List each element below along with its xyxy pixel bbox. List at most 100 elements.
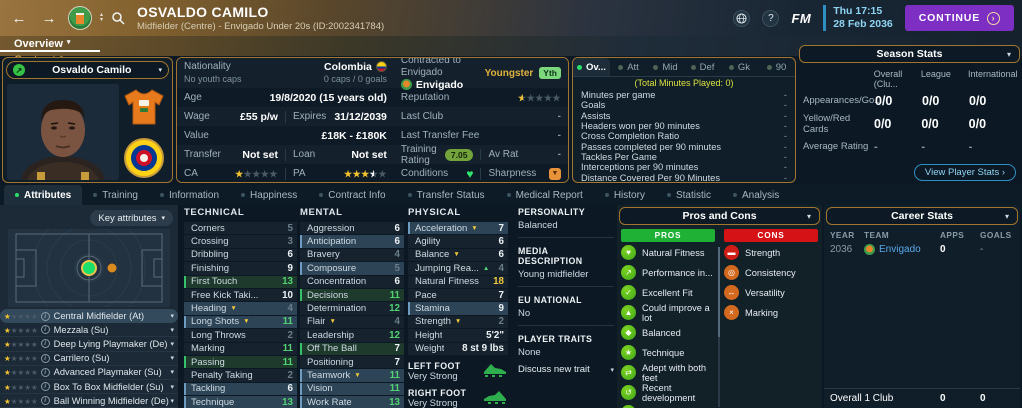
player-header: OSVALDO CAMILO Midfielder (Centre) - Env… — [137, 4, 384, 32]
pro-icon: ◆ — [621, 325, 636, 340]
info-icon[interactable] — [40, 396, 50, 406]
player-name-dropdown[interactable]: ↗ Osvaldo Camilo ▾ — [6, 61, 169, 79]
quick-stats-tab[interactable]: Mid — [647, 58, 684, 76]
value-row: Value £18K - £180K — [177, 126, 394, 145]
attribute-value: 2 — [498, 316, 504, 328]
pro-icon: ▲ — [621, 305, 636, 320]
scrollbar[interactable] — [718, 247, 720, 407]
colombia-flag-icon — [375, 61, 387, 72]
info-icon[interactable] — [40, 311, 50, 321]
role-row[interactable]: Mezzala (Su) ▾ — [0, 323, 178, 338]
season-stats-dropdown[interactable]: Season Stats ▾ — [799, 45, 1020, 63]
chevron-down-icon[interactable]: ▾ — [170, 354, 174, 362]
secondary-tab[interactable]: Training — [82, 185, 149, 205]
season-stat-row: Yellow/Red Cards 0/0 0/0 0/0 — [799, 112, 1020, 135]
role-row[interactable]: Advanced Playmaker (Su) ▾ — [0, 366, 178, 380]
career-team-link[interactable]: Envigado — [864, 244, 940, 255]
star-icon — [361, 169, 370, 179]
info-icon[interactable] — [40, 325, 50, 335]
career-stats-dropdown[interactable]: Career Stats ▾ — [826, 207, 1018, 225]
secondary-tab[interactable]: Medical Report — [496, 185, 594, 205]
caps-goals: 0 caps / 0 goals — [323, 74, 387, 84]
help-icon[interactable]: ? — [762, 9, 780, 27]
secondary-tab-label: Statistic — [675, 189, 711, 201]
last-club-row: Last Club - — [393, 107, 568, 126]
scrollbar-thumb[interactable] — [718, 247, 720, 337]
role-row[interactable]: Deep Lying Playmaker (De) ▾ — [0, 337, 178, 352]
club-crest-icon[interactable] — [68, 6, 92, 30]
secondary-tab[interactable]: History — [594, 185, 656, 205]
boot-icon — [484, 390, 506, 404]
continue-button[interactable]: CONTINUE › — [904, 5, 1014, 31]
quick-stat-value: - — [783, 131, 787, 142]
key-attributes-dropdown[interactable]: Key attributes ▾ — [90, 210, 173, 226]
secondary-position-dot — [107, 263, 117, 273]
attribute-row: Height 5'2" — [408, 329, 508, 342]
discuss-new-trait-dropdown[interactable]: Discuss new trait ▾ — [518, 364, 614, 375]
secondary-tab[interactable]: Happiness — [230, 185, 308, 205]
attribute-row: Corners 5 — [184, 222, 297, 235]
continue-arrow-icon: › — [987, 11, 1000, 25]
search-icon[interactable] — [111, 11, 125, 25]
chevron-down-icon[interactable]: ▾ — [170, 312, 174, 320]
role-row[interactable]: Carrilero (Su) ▾ — [0, 352, 178, 366]
info-icon[interactable] — [40, 382, 50, 392]
attribute-row: Concentration 6 — [300, 275, 404, 288]
role-rating-stars — [4, 325, 38, 335]
secondary-tab[interactable]: Analysis — [722, 185, 790, 205]
info-icon[interactable] — [40, 339, 50, 349]
quick-stats-tab[interactable]: Att — [610, 58, 647, 76]
pro-item: ↺ Recent development — [621, 383, 715, 403]
chevron-down-icon[interactable]: ▾ — [170, 326, 174, 334]
chevron-down-icon: ▾ — [66, 39, 71, 46]
pros-cons-dropdown[interactable]: Pros and Cons ▾ — [619, 207, 820, 225]
attribute-value: 2 — [287, 329, 293, 341]
quick-stats-tab[interactable]: Gk — [721, 58, 758, 76]
career-footer-goals: 0 — [980, 393, 986, 404]
quick-stats-tab[interactable]: 90 — [758, 58, 795, 76]
secondary-tab[interactable]: Transfer Status — [397, 185, 496, 205]
chevron-down-icon[interactable]: ▾ — [170, 397, 174, 405]
nationality-row: Nationality No youth caps Colombia 0 cap… — [177, 58, 394, 88]
role-name: Central Midfielder (At) — [53, 311, 145, 322]
star-icon — [244, 169, 253, 179]
chevron-down-icon[interactable]: ▾ — [170, 368, 174, 376]
attribute-row: Determination 12 — [300, 302, 404, 315]
info-icon[interactable] — [40, 353, 50, 363]
quick-stats-tab[interactable]: Ov... — [573, 58, 610, 76]
value-label: Value — [184, 130, 209, 141]
attribute-value: 11 — [282, 316, 293, 328]
role-row[interactable]: Central Midfielder (At) ▾ — [0, 309, 178, 324]
trend-arrow-icon: ▲ — [482, 264, 490, 272]
secondary-tab[interactable]: Contract Info — [308, 185, 396, 205]
nav-tab[interactable]: Overview ▾ — [0, 36, 101, 52]
view-player-stats-button[interactable]: View Player Stats › — [913, 164, 1016, 181]
quick-stats-tab[interactable]: Def — [684, 58, 721, 76]
player-stepper[interactable]: ▴ ▾ — [100, 12, 103, 23]
secondary-tab[interactable]: Statistic — [656, 185, 722, 205]
attribute-row: Bravery 4 — [300, 248, 404, 262]
star-icon — [235, 169, 244, 179]
quick-stat-value: - — [783, 162, 787, 173]
secondary-tab[interactable]: Information — [149, 185, 230, 205]
chevron-down-icon[interactable]: ▾ — [170, 340, 174, 348]
value-value: £18K - £180K — [321, 129, 387, 142]
globe-icon[interactable] — [733, 9, 751, 27]
attribute-row: Decisions 11 — [300, 288, 404, 302]
role-name: Mezzala (Su) — [53, 324, 109, 335]
quick-stat-label: Tackles Per Game — [581, 151, 657, 162]
secondary-tab[interactable]: Attributes — [4, 185, 83, 205]
forward-arrow-icon[interactable]: → — [38, 10, 60, 27]
attribute-name: Crossing — [191, 236, 229, 248]
con-label: Strength — [745, 247, 781, 258]
quick-stat-label: Distance Covered Per 90 Minutes — [581, 172, 721, 183]
info-icon[interactable] — [40, 367, 50, 377]
chevron-down-icon[interactable]: ▾ — [170, 383, 174, 391]
star-icon — [344, 169, 353, 179]
pro-icon: ↗ — [621, 265, 636, 280]
role-row[interactable]: Box To Box Midfielder (Su) ▾ — [0, 380, 178, 395]
role-row[interactable]: Ball Winning Midfielder (De) ▾ — [0, 394, 178, 408]
ca-stars — [235, 168, 278, 180]
technical-title: TECHNICAL — [184, 207, 245, 218]
back-arrow-icon[interactable]: ← — [8, 10, 30, 27]
